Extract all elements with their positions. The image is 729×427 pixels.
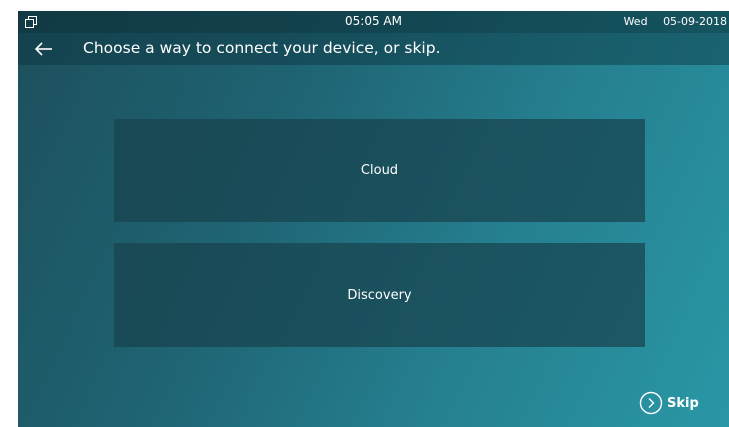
discovery-option-button[interactable]: Discovery <box>114 243 645 347</box>
arrow-left-icon[interactable] <box>34 40 54 58</box>
status-time: 05:05 AM <box>345 14 402 28</box>
title-bar: Choose a way to connect your device, or … <box>18 33 729 65</box>
status-date-value: 05-09-2018 <box>663 15 727 28</box>
skip-button[interactable]: Skip <box>639 391 699 415</box>
cloud-option-label: Cloud <box>360 163 399 178</box>
skip-label: Skip <box>667 395 699 411</box>
status-bar: 05:05 AM Wed 05-09-2018 <box>18 11 729 33</box>
status-date: Wed 05-09-2018 <box>624 15 727 28</box>
discovery-option-label: Discovery <box>347 287 412 303</box>
page-title: Choose a way to connect your device, or … <box>83 39 441 57</box>
cloud-option-button[interactable]: Cloud <box>114 119 645 222</box>
chevron-right-circle-icon <box>639 391 663 415</box>
screen: 05:05 AM Wed 05-09-2018 Choose a way to … <box>18 11 729 427</box>
status-day: Wed <box>623 15 648 28</box>
